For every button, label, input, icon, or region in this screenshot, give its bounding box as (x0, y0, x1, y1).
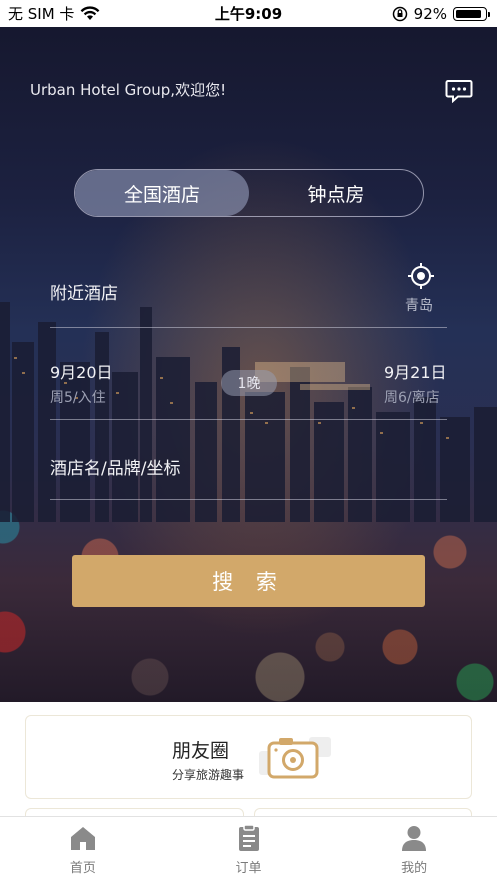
profile-icon (402, 826, 427, 851)
tab-hotels[interactable]: 全国酒店 (75, 170, 249, 216)
hero-search-panel: Urban Hotel Group,欢迎您! 全国酒店 钟点房 附近酒店 青岛 … (0, 27, 497, 702)
status-right: 92% (392, 4, 490, 23)
status-bar: 无 SIM 卡 上午9:09 92% (0, 0, 497, 27)
bottom-tab-bar: 首页 订单 我的 (0, 816, 497, 884)
battery-icon (453, 6, 490, 21)
card-subtitle: 分享旅游趣事 (172, 768, 245, 782)
carrier-label: 无 SIM 卡 (8, 5, 75, 23)
message-icon[interactable] (445, 79, 473, 103)
locate-icon[interactable] (406, 261, 436, 291)
booking-type-toggle: 全国酒店 钟点房 (74, 169, 424, 217)
camera-icon (259, 737, 331, 779)
nearby-hotels-field[interactable]: 附近酒店 (50, 279, 118, 304)
tab-orders-label: 订单 (235, 861, 262, 876)
wifi-icon (81, 6, 100, 20)
hotel-keyword-input[interactable] (50, 454, 447, 484)
status-left: 无 SIM 卡 (8, 3, 100, 24)
divider (50, 499, 447, 500)
checkout-weekday: 周6/离店 (384, 390, 440, 406)
current-city[interactable]: 青岛 (405, 295, 433, 315)
moments-card[interactable]: 朋友圈 分享旅游趣事 (25, 715, 472, 799)
battery-percent: 92% (413, 4, 447, 23)
nights-badge: 1晚 (221, 370, 277, 396)
tab-hourly-rooms[interactable]: 钟点房 (249, 170, 423, 216)
search-button[interactable]: 搜 索 (72, 555, 425, 607)
tab-profile[interactable]: 我的 (331, 817, 497, 884)
tab-home-label: 首页 (69, 861, 96, 876)
tab-profile-label: 我的 (401, 861, 428, 876)
checkin-date[interactable]: 9月20日 (50, 359, 113, 383)
orientation-lock-icon (392, 6, 407, 21)
orders-icon (238, 824, 259, 851)
home-icon (70, 827, 95, 850)
card-title: 朋友圈 (172, 740, 230, 762)
welcome-text: Urban Hotel Group,欢迎您! (30, 81, 227, 99)
checkin-weekday: 周5/入住 (50, 390, 106, 406)
divider (50, 419, 447, 420)
checkout-date[interactable]: 9月21日 (384, 359, 447, 383)
divider (50, 327, 447, 328)
tab-home[interactable]: 首页 (0, 817, 166, 884)
tab-orders[interactable]: 订单 (166, 817, 332, 884)
